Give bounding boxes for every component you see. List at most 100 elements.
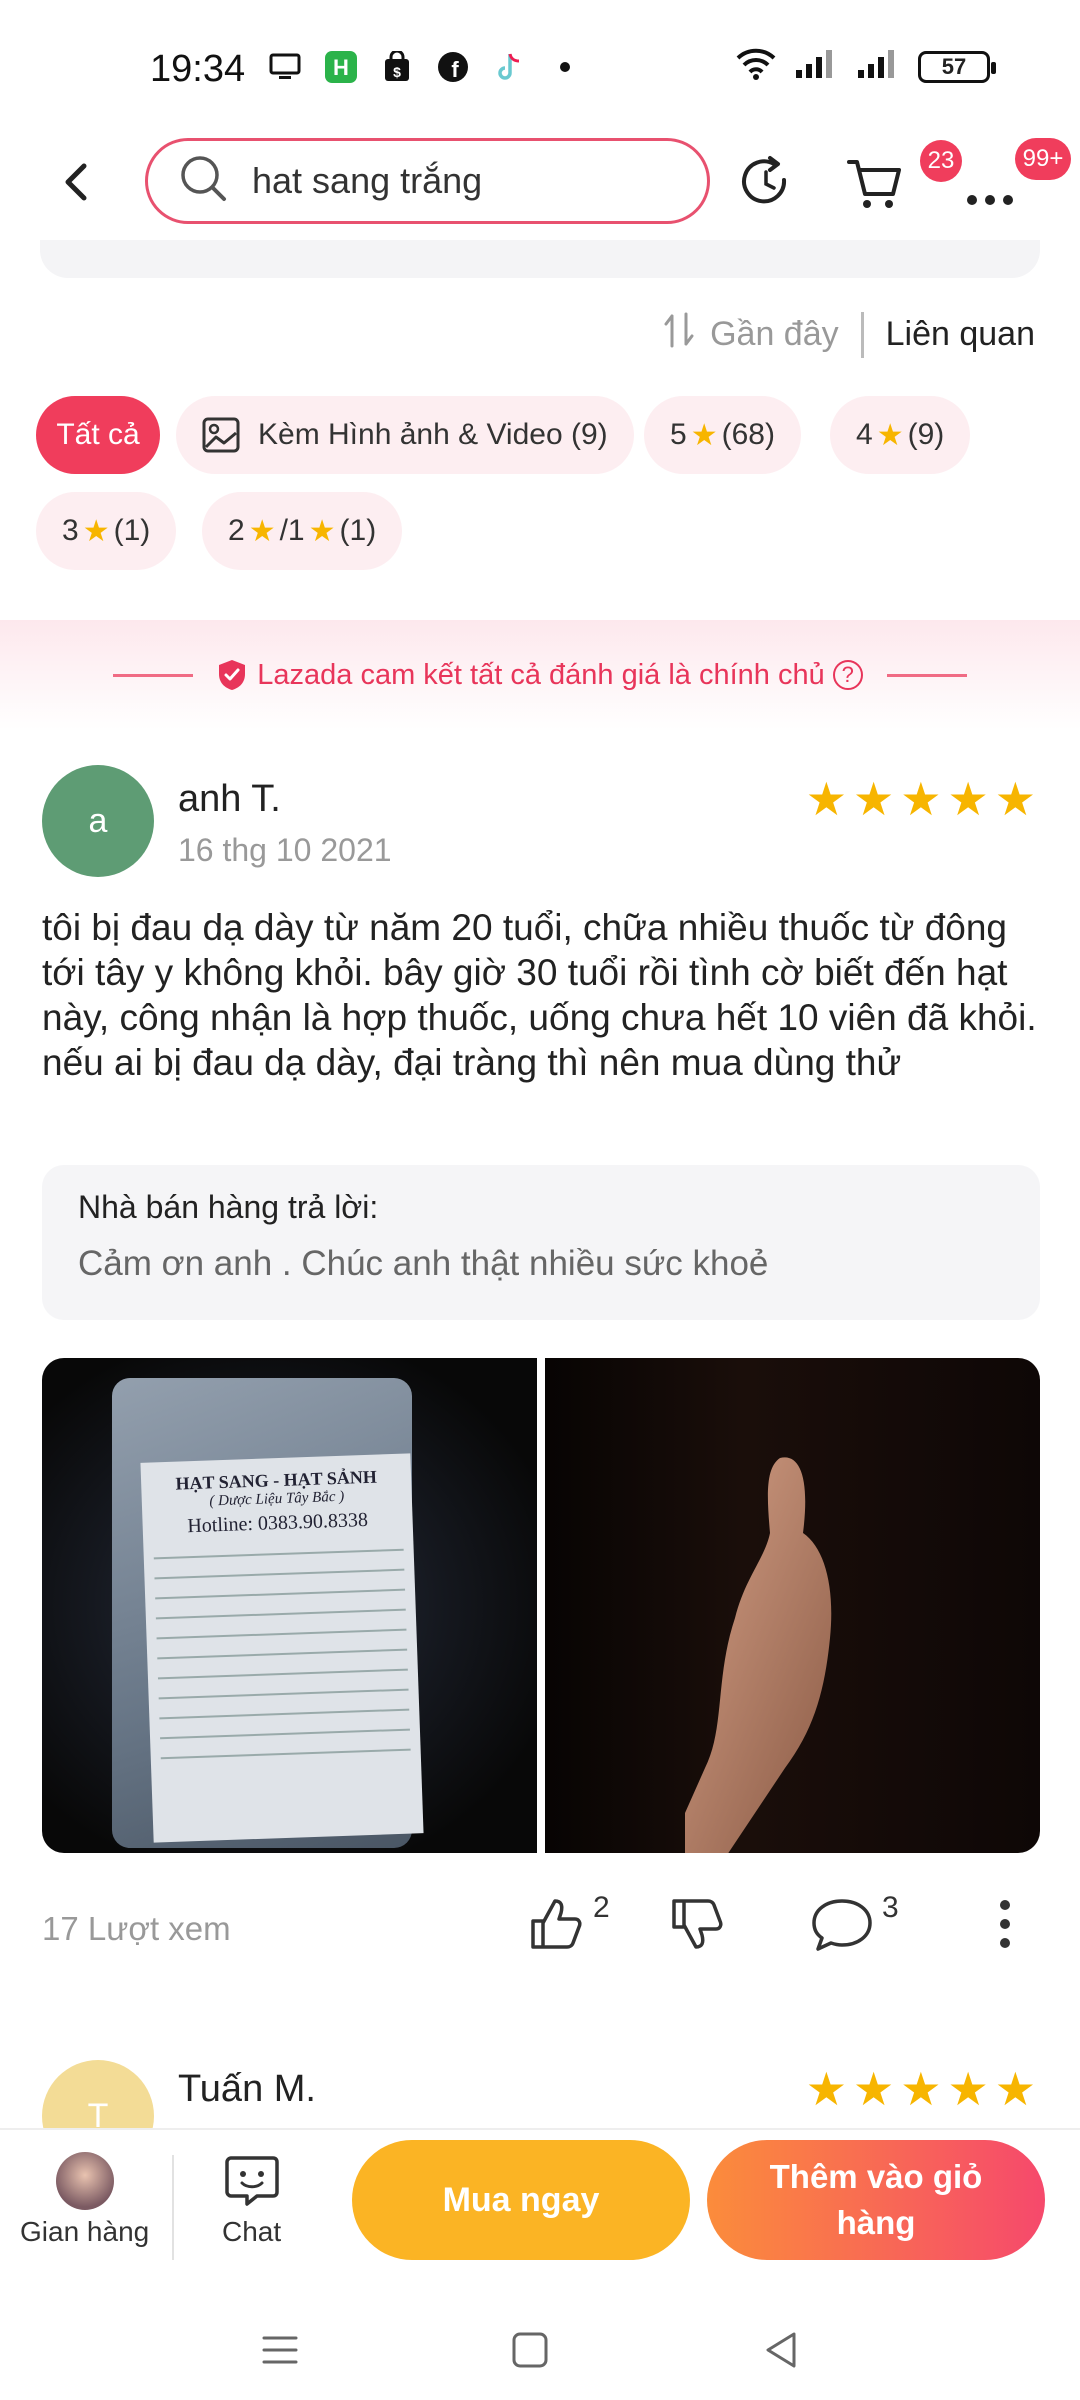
refresh-icon <box>742 156 787 204</box>
review-more-button[interactable] <box>995 1895 1015 1953</box>
avatar[interactable]: a <box>42 765 154 877</box>
shopping-bag-icon: $ <box>380 50 414 84</box>
chat-button[interactable]: Chat <box>222 2152 281 2248</box>
status-time: 19:34 <box>150 48 246 90</box>
star-icon: ★ <box>308 514 336 548</box>
like-button[interactable]: 2 <box>527 1891 610 1953</box>
filter-chip-5-star[interactable]: 5 ★ (68) <box>644 396 801 474</box>
search-icon <box>178 153 230 210</box>
star-icon: ★ <box>690 418 718 452</box>
facebook-icon: f <box>436 50 470 84</box>
shield-check-icon <box>217 658 247 692</box>
reviewer-name: Tuấn M. <box>178 2068 316 2110</box>
star-icon: ★ <box>947 2063 989 2115</box>
filter-4-label: 4 <box>856 418 873 451</box>
filter-3-label: 3 <box>62 514 79 547</box>
home-icon[interactable] <box>508 2328 552 2372</box>
star-icon: ★ <box>876 418 904 452</box>
star-icon: ★ <box>947 773 989 825</box>
sort-row: Gần đây Liên quan <box>662 310 1035 359</box>
product-label-lines <box>153 1548 411 1760</box>
tiktok-icon <box>492 50 526 84</box>
product-label: HẠT SANG - HẠT SẢNH ( Dược Liệu Tây Bắc … <box>140 1453 424 1843</box>
reviewer-name: anh T. <box>178 778 281 820</box>
help-icon[interactable]: ? <box>832 660 863 690</box>
review-photos: HẠT SANG - HẠT SẢNH ( Dược Liệu Tây Bắc … <box>42 1358 1040 1853</box>
signal-icon <box>794 48 838 85</box>
seller-reply-label: Nhà bán hàng trả lời: <box>78 1189 379 1225</box>
star-icon: ★ <box>853 2063 895 2115</box>
chat-icon <box>224 2156 279 2206</box>
cart-count-badge: 23 <box>920 140 962 182</box>
filter-chip-all-label: Tất cả <box>56 418 140 451</box>
vertical-more-icon <box>1000 1900 1010 1948</box>
menu-icon[interactable] <box>258 2328 302 2372</box>
dot-icon <box>548 50 582 84</box>
star-icon: ★ <box>900 773 942 825</box>
more-icon <box>967 195 1013 205</box>
review-date: 16 thg 10 2021 <box>178 832 392 868</box>
shop-button[interactable]: Gian hàng <box>20 2152 149 2248</box>
wifi-icon <box>736 48 776 85</box>
refresh-button[interactable] <box>736 152 796 212</box>
authentic-review-banner: Lazada cam kết tất cả đánh giá là chính … <box>0 620 1080 730</box>
filter-5-count: (68) <box>721 418 775 451</box>
back-button[interactable] <box>50 152 100 212</box>
sort-relevant-option[interactable]: Liên quan <box>886 315 1035 354</box>
filter-2-1-count: (1) <box>339 514 377 547</box>
image-icon <box>202 417 240 453</box>
h-app-icon: H <box>324 50 358 84</box>
star-icon: ★ <box>994 773 1036 825</box>
product-label-hotline: Hotline: 0383.90.8338 <box>187 1508 369 1538</box>
back-icon[interactable] <box>760 2328 804 2372</box>
filter-5-label: 5 <box>670 418 687 451</box>
battery-indicator: 57 <box>918 50 996 83</box>
sort-divider <box>860 311 864 358</box>
buy-now-button[interactable]: Mua ngay <box>352 2140 690 2260</box>
shop-avatar <box>55 2152 114 2210</box>
filter-1-label: /1 <box>279 514 305 547</box>
banner-line-right <box>886 673 967 677</box>
sort-recent-option[interactable]: Gần đây <box>710 315 839 354</box>
review-photo-product[interactable]: HẠT SANG - HẠT SẢNH ( Dược Liệu Tây Bắc … <box>42 1358 537 1853</box>
comment-count: 3 <box>882 1891 899 1924</box>
star-icon: ★ <box>900 2063 942 2115</box>
more-count-badge: 99+ <box>1015 138 1071 180</box>
filter-4-count: (9) <box>907 418 945 451</box>
status-notification-icons: H $ f <box>268 50 582 84</box>
filter-chip-4-star[interactable]: 4 ★ (9) <box>830 396 971 474</box>
comment-icon <box>812 1899 872 1951</box>
review-photo-thumbs-up[interactable] <box>545 1358 1040 1853</box>
filter-2-label: 2 <box>228 514 245 547</box>
filter-chip-2-1-star[interactable]: 2 ★/1 ★ (1) <box>202 492 403 570</box>
back-arrow-icon <box>65 163 87 201</box>
status-system-icons: 57 <box>736 48 996 85</box>
banner-text: Lazada cam kết tất cả đánh giá là chính … <box>257 658 825 691</box>
previous-card-edge <box>40 240 1040 278</box>
star-icon: ★ <box>994 2063 1036 2115</box>
signal-icon-2 <box>856 48 900 85</box>
search-input[interactable]: hat sang trắng <box>145 138 710 224</box>
comment-button[interactable]: 3 <box>810 1891 899 1953</box>
dislike-button[interactable] <box>668 1895 726 1953</box>
star-icon: ★ <box>853 773 895 825</box>
seller-reply: Nhà bán hàng trả lời: Cảm ơn anh . Chúc … <box>42 1165 1040 1320</box>
cart-button[interactable] <box>845 152 905 212</box>
filter-chip-all[interactable]: Tất cả <box>36 396 160 474</box>
svg-text:H: H <box>333 55 349 80</box>
monitor-icon <box>268 50 302 84</box>
more-button[interactable] <box>962 152 1022 212</box>
seller-reply-text: Cảm ơn anh . Chúc anh thật nhiều sức kho… <box>78 1244 769 1283</box>
star-icon: ★ <box>82 514 110 548</box>
filter-chip-media[interactable]: Kèm Hình ảnh & Video (9) <box>176 396 634 474</box>
hand-image <box>685 1457 832 1853</box>
banner-line-left <box>113 673 194 677</box>
star-icon: ★ <box>805 2063 847 2115</box>
add-to-cart-button[interactable]: Thêm vào giỏ hàng <box>707 2140 1045 2260</box>
chat-label: Chat <box>222 2216 282 2247</box>
thumbs-up-icon <box>531 1899 582 1949</box>
filter-3-count: (1) <box>113 514 151 547</box>
like-count: 2 <box>593 1891 610 1924</box>
filter-chip-3-star[interactable]: 3 ★ (1) <box>36 492 177 570</box>
view-count: 17 Lượt xem <box>42 1910 231 1947</box>
